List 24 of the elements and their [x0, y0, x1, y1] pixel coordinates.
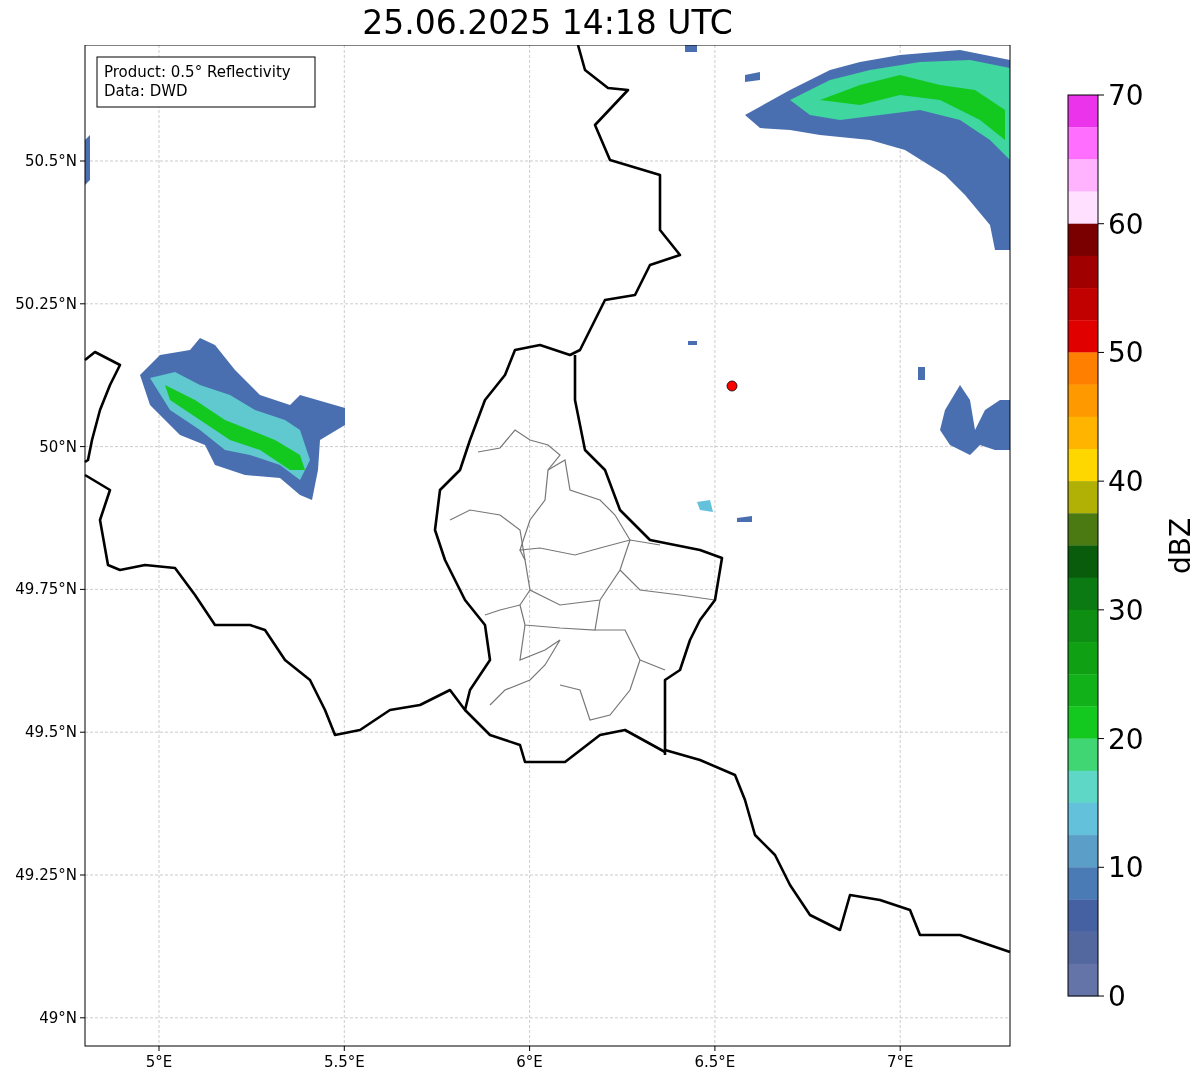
latitude-label: 49°N [39, 1008, 77, 1027]
longitude-label: 7°E [886, 1053, 914, 1071]
colorbar-tick-label: 50 [1108, 336, 1144, 370]
longitude-label: 6.5°E [694, 1053, 736, 1071]
latitude-label: 49.25°N [15, 866, 77, 884]
info-text: Data: DWD [104, 82, 188, 100]
latitude-label: 50.25°N [15, 294, 77, 313]
map-title: 25.06.2025 14:18 UTC [362, 6, 733, 39]
latitude-label: 50.5°N [24, 152, 77, 170]
longitude-label: 5°E [145, 1053, 173, 1071]
longitude-label: 6°E [516, 1053, 543, 1071]
colorbar-label: dBZ [1164, 517, 1197, 575]
colorbar-tick-label: 0 [1108, 980, 1126, 1013]
colorbar-tick-label: 40 [1108, 465, 1144, 499]
colorbar-tick-label: 70 [1108, 79, 1144, 112]
longitude-label: 5.5°E [323, 1053, 365, 1071]
colorbar-tick-label: 10 [1108, 851, 1144, 885]
latitude-label: 49.5°N [24, 723, 77, 742]
latitude-label: 50°N [39, 437, 77, 456]
colorbar-tick-label: 30 [1108, 593, 1144, 627]
info-text: Product: 0.5° Reflectivity [104, 63, 291, 81]
latitude-label: 49.75°N [15, 580, 77, 599]
colorbar-tick-label: 60 [1108, 207, 1144, 241]
colorbar-tick-label: 20 [1108, 722, 1144, 756]
